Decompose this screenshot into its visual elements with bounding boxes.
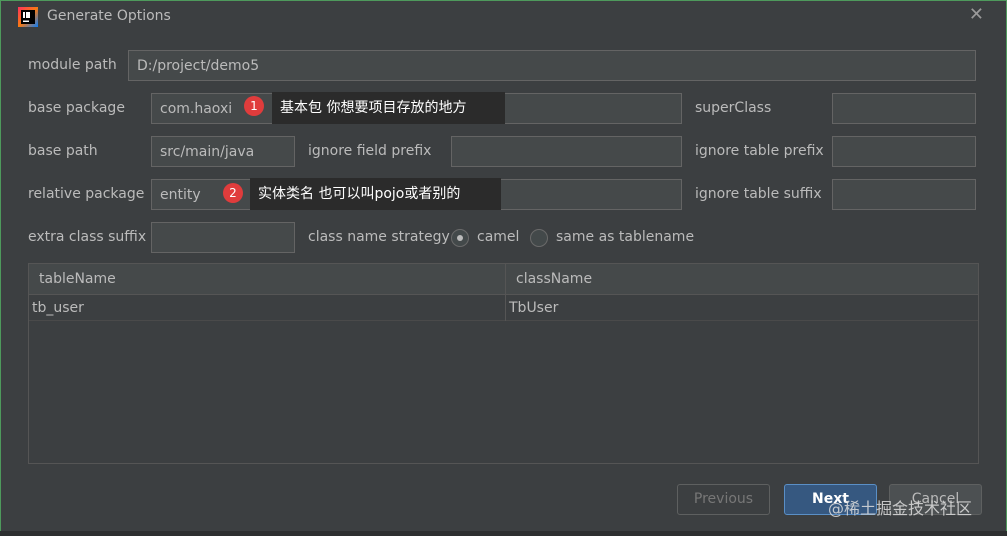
ignore-field-prefix-input[interactable] bbox=[451, 136, 682, 167]
table-mapping: tableName className tb_user TbUser bbox=[28, 263, 979, 464]
ignore-field-prefix-label: ignore field prefix bbox=[308, 143, 432, 159]
superclass-label: superClass bbox=[695, 100, 772, 116]
callout-badge-2: 2 bbox=[223, 183, 243, 203]
watermark: @稀土掘金技术社区 bbox=[828, 499, 973, 518]
base-path-input[interactable] bbox=[151, 136, 295, 167]
extra-class-suffix-label: extra class suffix bbox=[28, 229, 147, 245]
title-bar: Generate Options ✕ bbox=[1, 1, 1006, 33]
column-header-classname[interactable]: className bbox=[505, 264, 978, 295]
ignore-table-prefix-label: ignore table prefix bbox=[695, 143, 824, 159]
previous-button[interactable]: Previous bbox=[677, 484, 770, 515]
module-path-label: module path bbox=[28, 57, 117, 73]
callout-text: 基本包 你想要项目存放的地方 bbox=[280, 100, 467, 116]
table-row[interactable]: tb_user TbUser bbox=[29, 295, 978, 321]
cell-tablename[interactable]: tb_user bbox=[32, 295, 505, 321]
cell-classname[interactable]: TbUser bbox=[505, 295, 978, 321]
module-path-input[interactable] bbox=[128, 50, 976, 81]
class-name-strategy-label: class name strategy bbox=[308, 229, 450, 245]
table-header: tableName className bbox=[29, 264, 978, 295]
same-as-tablename-radio-label[interactable]: same as tablename bbox=[556, 229, 694, 245]
bottom-strip bbox=[0, 531, 1007, 536]
ignore-table-suffix-label: ignore table suffix bbox=[695, 186, 822, 202]
close-icon[interactable]: ✕ bbox=[969, 5, 984, 25]
superclass-input[interactable] bbox=[832, 93, 976, 124]
column-header-tablename[interactable]: tableName bbox=[29, 264, 505, 295]
extra-class-suffix-input[interactable] bbox=[151, 222, 295, 253]
same-as-tablename-radio[interactable] bbox=[530, 229, 548, 247]
ignore-table-suffix-input[interactable] bbox=[832, 179, 976, 210]
callout-relative-package: 实体类名 也可以叫pojo或者别的 bbox=[250, 178, 501, 210]
window-title: Generate Options bbox=[47, 8, 171, 24]
callout-text: 实体类名 也可以叫pojo或者别的 bbox=[258, 186, 461, 202]
camel-radio-label[interactable]: camel bbox=[477, 229, 519, 245]
ignore-table-prefix-input[interactable] bbox=[832, 136, 976, 167]
relative-package-label: relative package bbox=[28, 186, 145, 202]
callout-base-package: 基本包 你想要项目存放的地方 bbox=[272, 92, 505, 124]
base-package-label: base package bbox=[28, 100, 125, 116]
intellij-idea-icon bbox=[18, 7, 38, 27]
base-path-label: base path bbox=[28, 143, 98, 159]
callout-badge-1: 1 bbox=[244, 96, 264, 116]
camel-radio[interactable] bbox=[451, 229, 469, 247]
